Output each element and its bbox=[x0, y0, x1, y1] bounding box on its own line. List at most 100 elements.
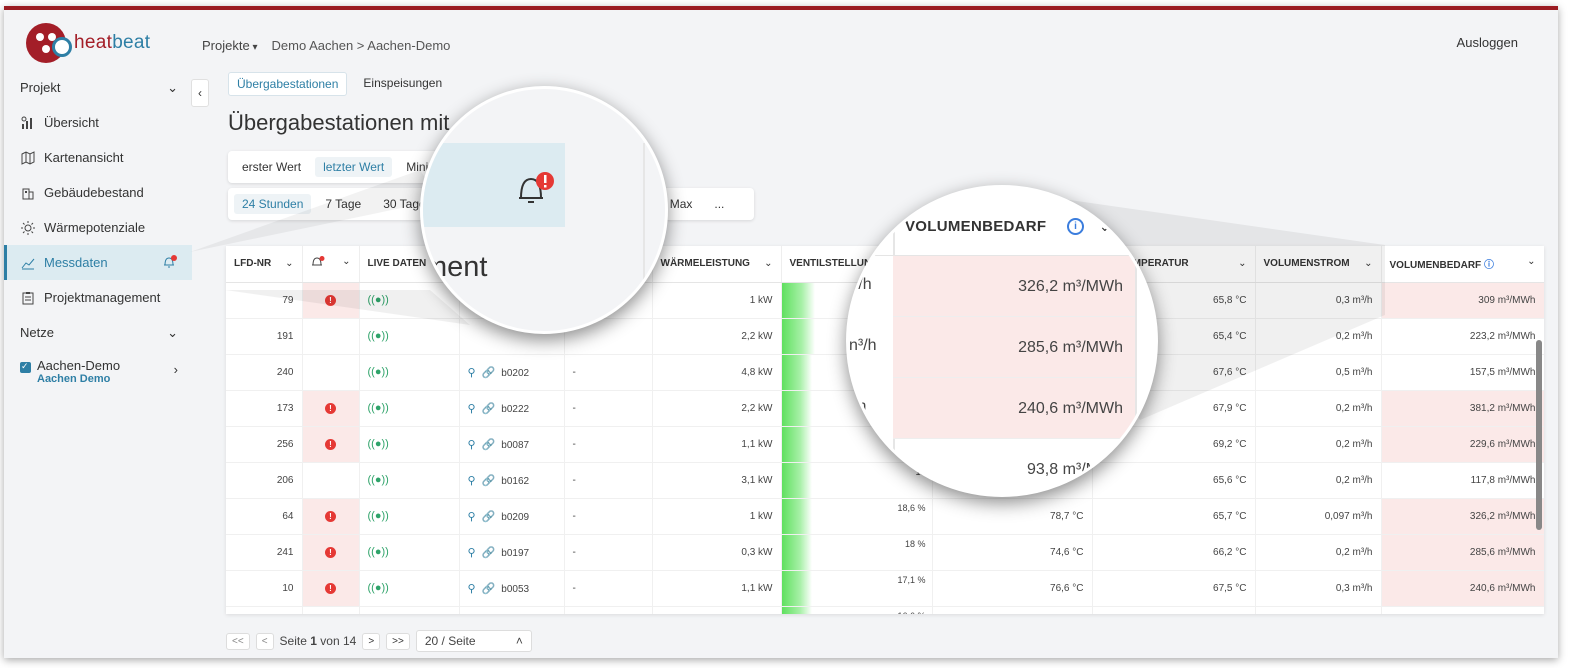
station-id[interactable]: b0087 bbox=[501, 440, 529, 451]
map-pin-icon[interactable]: ⚲ bbox=[468, 547, 476, 559]
alert-icon[interactable]: ! bbox=[325, 510, 336, 522]
chevron-down-icon[interactable]: ⌄ bbox=[1364, 258, 1372, 269]
map-pin-icon[interactable]: ⚲ bbox=[468, 475, 476, 487]
column-header-power[interactable]: WÄRMELEISTUNG ⌄ bbox=[652, 246, 782, 283]
link-icon[interactable]: 🔗 bbox=[482, 475, 496, 487]
cell-air-temp: 67,5 °C bbox=[1092, 570, 1256, 607]
cell-flow: 0,2 m³/h bbox=[1255, 390, 1382, 427]
station-id[interactable]: b0202 bbox=[501, 368, 529, 379]
live-signal-icon[interactable]: ((●)) bbox=[368, 366, 389, 378]
live-signal-icon[interactable]: ((●)) bbox=[368, 402, 389, 414]
table-row[interactable]: 10! ((●)) ⚲ 🔗 b0053 - 1,1 kW 17,1 % 76,6 °C 67,5 … bbox=[226, 570, 1544, 607]
cell-dash bbox=[564, 606, 653, 614]
station-id[interactable]: b0197 bbox=[501, 548, 529, 559]
filter-first-value[interactable]: erster Wert bbox=[234, 157, 309, 177]
column-header-lfd[interactable]: LFD-NR ⌄ bbox=[226, 246, 303, 283]
cell-links: ⚲ 🔗 b0209 bbox=[459, 498, 565, 535]
alert-icon[interactable]: ! bbox=[325, 546, 336, 558]
chevron-down-icon[interactable]: ⌄ bbox=[285, 258, 293, 269]
chevron-down-icon: ⌄ bbox=[1099, 218, 1111, 234]
tab-stations[interactable]: Übergabestationen bbox=[228, 72, 348, 96]
live-signal-icon[interactable]: ((●)) bbox=[368, 546, 389, 558]
link-icon[interactable]: 🔗 bbox=[482, 583, 496, 595]
chevron-down-icon[interactable]: ⌄ bbox=[1238, 258, 1246, 269]
live-signal-icon[interactable]: ((●)) bbox=[368, 330, 389, 342]
chevron-down-icon[interactable]: ⌄ bbox=[764, 258, 772, 269]
filter-7d[interactable]: 7 Tage bbox=[317, 194, 369, 214]
sidebar-item-project-management[interactable]: Projektmanagement bbox=[4, 280, 192, 315]
filter-24h[interactable]: 24 Stunden bbox=[234, 194, 312, 214]
live-signal-icon[interactable]: ((●)) bbox=[368, 510, 389, 522]
station-id[interactable]: b0209 bbox=[501, 512, 529, 523]
table-scrollbar[interactable] bbox=[1536, 340, 1542, 530]
sidebar-item-heat-potential[interactable]: Wärmepotenziale bbox=[4, 210, 192, 245]
sidebar-item-label: Übersicht bbox=[44, 115, 99, 130]
alert-icon[interactable]: ! bbox=[325, 402, 336, 414]
live-signal-icon[interactable]: ((●)) bbox=[368, 294, 389, 306]
table-row[interactable]: 16,6 % bbox=[226, 606, 1544, 614]
magnified-divider bbox=[1135, 188, 1137, 494]
live-signal-icon[interactable]: ((●)) bbox=[368, 474, 389, 486]
chevron-down-icon[interactable]: ⌄ bbox=[342, 256, 350, 267]
cell-links: ⚲ 🔗 b0087 bbox=[459, 426, 565, 463]
link-icon[interactable]: 🔗 bbox=[482, 439, 496, 451]
breadcrumb[interactable]: Demo Aachen > Aachen-Demo bbox=[272, 38, 451, 53]
sidebar-section-project[interactable]: Projekt ⌄ bbox=[4, 70, 192, 105]
sidebar-collapse-button[interactable]: ‹ bbox=[191, 79, 209, 107]
table-row[interactable]: 241! ((●)) ⚲ 🔗 b0197 - 0,3 kW 18 % 74,6 °C 66,2 °… bbox=[226, 534, 1544, 571]
magnified-value: 326,2 m³/MWh bbox=[893, 256, 1135, 317]
heatbeat-logo[interactable]: heatbeat bbox=[26, 23, 150, 63]
page-size-select[interactable]: 20 / Seite ˄ bbox=[415, 630, 532, 652]
table-row[interactable]: 206((●))⚲🔗b0162-3,1 kW1965,6 °C0,2 m³/h1… bbox=[226, 462, 1544, 499]
logo-text-heat: heat bbox=[74, 32, 113, 53]
pager-last-button[interactable]: >> bbox=[386, 632, 410, 650]
magnified-value: 93,8 m³/MWh bbox=[893, 439, 1135, 494]
alert-icon[interactable]: ! bbox=[325, 294, 336, 306]
chevron-down-icon[interactable]: ⌄ bbox=[1527, 256, 1535, 267]
projects-dropdown[interactable]: Projekte bbox=[202, 38, 258, 53]
sidebar-item-buildings[interactable]: Gebäudebestand bbox=[4, 175, 192, 210]
filter-more[interactable]: ... bbox=[706, 194, 732, 214]
pager-next-button[interactable]: > bbox=[362, 632, 381, 650]
map-pin-icon[interactable]: ⚲ bbox=[468, 403, 476, 415]
sidebar-section-networks[interactable]: Netze ⌄ bbox=[4, 315, 192, 350]
column-header-alerts[interactable]: ⌄ bbox=[302, 246, 360, 283]
map-pin-icon[interactable]: ⚲ bbox=[468, 583, 476, 595]
pager-prev-button[interactable]: < bbox=[255, 632, 274, 650]
link-icon[interactable]: 🔗 bbox=[482, 367, 496, 379]
sidebar-item-overview[interactable]: Übersicht bbox=[4, 105, 192, 140]
alert-icon[interactable]: ! bbox=[325, 582, 336, 594]
table-row[interactable]: 64! ((●)) ⚲ 🔗 b0209 - 1 kW 18,6 % 78,7 °C 65,7 °C… bbox=[226, 498, 1544, 535]
sidebar-network-item[interactable]: Aachen-Demo Aachen Demo › bbox=[4, 350, 192, 385]
live-signal-icon[interactable]: ((●)) bbox=[368, 438, 389, 450]
cell-valve: 16,6 % bbox=[781, 606, 933, 614]
sidebar-item-measurements[interactable]: Messdaten bbox=[4, 245, 192, 280]
info-icon[interactable]: ⓘ bbox=[1484, 260, 1494, 271]
station-id[interactable]: b0222 bbox=[501, 404, 529, 415]
map-pin-icon[interactable]: ⚲ bbox=[468, 439, 476, 451]
station-id[interactable]: b0053 bbox=[501, 584, 529, 595]
tab-feeds[interactable]: Einspeisungen bbox=[355, 72, 450, 96]
network-checkbox[interactable] bbox=[20, 361, 31, 373]
live-signal-icon[interactable]: ((●)) bbox=[368, 582, 389, 594]
link-icon[interactable]: 🔗 bbox=[482, 547, 496, 559]
alert-icon[interactable]: ! bbox=[325, 438, 336, 450]
column-header-demand[interactable]: VOLUMENBEDARF ⓘ ⌄ bbox=[1381, 246, 1544, 283]
chevron-right-icon: › bbox=[173, 362, 178, 377]
valve-level-bar bbox=[781, 570, 812, 605]
column-header-flow[interactable]: VOLUMENSTROM ⌄ bbox=[1255, 246, 1382, 283]
link-icon[interactable]: 🔗 bbox=[482, 511, 496, 523]
link-icon[interactable]: 🔗 bbox=[482, 403, 496, 415]
pager-first-button[interactable]: << bbox=[226, 632, 250, 650]
map-pin-icon[interactable]: ⚲ bbox=[468, 511, 476, 523]
cell-air-temp: 65,7 °C bbox=[1092, 498, 1256, 535]
cell-lfd: 10 bbox=[226, 570, 303, 607]
bell-alert-icon[interactable] bbox=[162, 255, 178, 272]
station-id[interactable]: b0162 bbox=[501, 476, 529, 487]
logout-link[interactable]: Ausloggen bbox=[1457, 35, 1518, 50]
sidebar-item-map[interactable]: Kartenansicht bbox=[4, 140, 192, 175]
map-pin-icon[interactable]: ⚲ bbox=[468, 367, 476, 379]
cell-power: 1,1 kW bbox=[652, 426, 782, 463]
filter-last-value[interactable]: letzter Wert bbox=[315, 157, 393, 177]
cell-demand: 381,2 m³/MWh bbox=[1381, 390, 1544, 427]
